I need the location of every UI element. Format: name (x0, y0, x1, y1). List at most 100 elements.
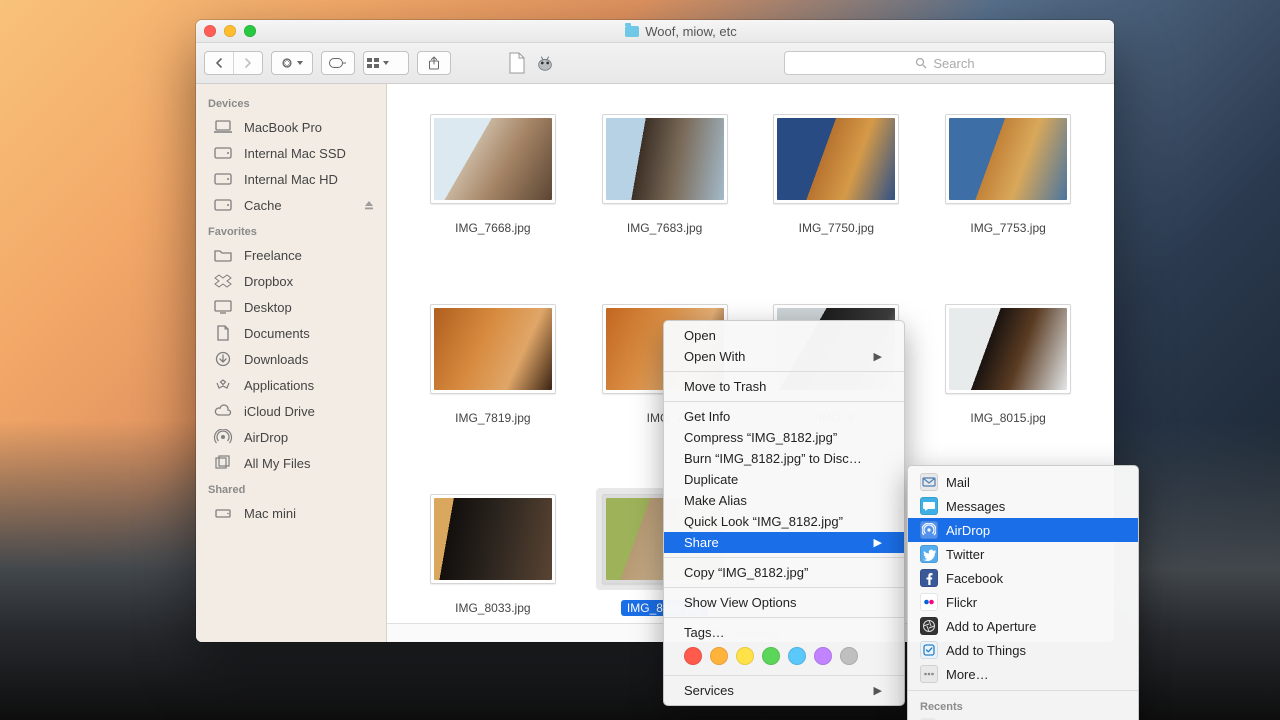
file-item[interactable]: IMG_7683.jpg (596, 108, 734, 298)
context-menu[interactable]: Open Open With▶ Move to Trash Get Info Compr… (663, 320, 905, 706)
file-item[interactable]: IMG_7753.jpg (939, 108, 1077, 298)
share-submenu[interactable]: MailMessagesAirDropTwitterFacebookFlickr… (907, 465, 1139, 720)
tag-color[interactable] (840, 647, 858, 665)
share-menu-item-mail[interactable]: Mail (908, 470, 1138, 494)
allfiles-icon (212, 455, 234, 471)
submenu-arrow-icon: ▶ (874, 684, 882, 697)
tag-color-row[interactable] (664, 643, 904, 671)
twitter-icon (920, 545, 938, 563)
share-button[interactable] (417, 51, 451, 75)
sidebar-item-label: iCloud Drive (244, 404, 315, 419)
folder-icon (625, 26, 639, 37)
menu-item-share[interactable]: Share▶ (664, 532, 904, 553)
recents-item[interactable]: Jennifer Phin Messages (908, 715, 1138, 720)
file-name: IMG_8033.jpg (449, 600, 536, 616)
search-input[interactable]: Search (784, 51, 1106, 75)
search-icon (915, 57, 927, 69)
file-name: IMG_7753.jpg (964, 220, 1051, 236)
file-name: IMG_8015.jpg (964, 410, 1051, 426)
menu-item-duplicate[interactable]: Duplicate (664, 469, 904, 490)
sidebar-item-macbook-pro[interactable]: MacBook Pro (196, 114, 386, 140)
share-menu-item-messages[interactable]: Messages (908, 494, 1138, 518)
sidebar-item-label: Internal Mac SSD (244, 146, 346, 161)
sidebar-item-internal-mac-ssd[interactable]: Internal Mac SSD (196, 140, 386, 166)
menu-item-make-alias[interactable]: Make Alias (664, 490, 904, 511)
nav-buttons (204, 51, 263, 75)
messages-icon (920, 497, 938, 515)
file-item[interactable]: IMG_8033.jpg (424, 488, 562, 623)
document-proxy-icon[interactable] (507, 49, 527, 77)
eject-icon[interactable] (364, 198, 374, 213)
sidebar-item-all-my-files[interactable]: All My Files (196, 450, 386, 476)
sidebar-item-desktop[interactable]: Desktop (196, 294, 386, 320)
menu-item-get-info[interactable]: Get Info (664, 406, 904, 427)
back-button[interactable] (205, 52, 234, 74)
menu-item-open[interactable]: Open (664, 325, 904, 346)
tag-color[interactable] (736, 647, 754, 665)
minimize-button[interactable] (224, 25, 236, 37)
sidebar-section-title: Devices (196, 90, 386, 114)
menu-item-label: Compress “IMG_8182.jpg” (684, 430, 837, 445)
tag-color[interactable] (762, 647, 780, 665)
sidebar-item-icloud-drive[interactable]: iCloud Drive (196, 398, 386, 424)
automator-icon[interactable] (535, 49, 555, 77)
menu-item-quick-look-img-8182-jpg[interactable]: Quick Look “IMG_8182.jpg” (664, 511, 904, 532)
sidebar-item-documents[interactable]: Documents (196, 320, 386, 346)
share-menu-item-flickr[interactable]: Flickr (908, 590, 1138, 614)
file-item[interactable]: IMG_7819.jpg (424, 298, 562, 488)
share-menu-item-add-to-aperture[interactable]: Add to Aperture (908, 614, 1138, 638)
share-menu-item-add-to-things[interactable]: Add to Things (908, 638, 1138, 662)
file-item[interactable]: IMG_8015.jpg (939, 298, 1077, 488)
close-button[interactable] (204, 25, 216, 37)
laptop-icon (212, 119, 234, 135)
tag-color[interactable] (814, 647, 832, 665)
sidebar-item-cache[interactable]: Cache (196, 192, 386, 218)
view-menu-button[interactable] (363, 51, 409, 75)
sidebar-item-mac-mini[interactable]: Mac mini (196, 500, 386, 526)
share-menu-item-twitter[interactable]: Twitter (908, 542, 1138, 566)
sidebar-item-airdrop[interactable]: AirDrop (196, 424, 386, 450)
menu-item-label: Open (684, 328, 716, 343)
menu-item-move-to-trash[interactable]: Move to Trash (664, 376, 904, 397)
file-item[interactable]: IMG_7668.jpg (424, 108, 562, 298)
tag-color[interactable] (710, 647, 728, 665)
sidebar-section-title: Favorites (196, 218, 386, 242)
sidebar-item-freelance[interactable]: Freelance (196, 242, 386, 268)
menu-item-copy-img-8182-jpg[interactable]: Copy “IMG_8182.jpg” (664, 562, 904, 583)
tag-color[interactable] (684, 647, 702, 665)
share-menu-item-facebook[interactable]: Facebook (908, 566, 1138, 590)
tag-color[interactable] (788, 647, 806, 665)
submenu-arrow-icon: ▶ (874, 350, 882, 363)
sidebar-item-label: MacBook Pro (244, 120, 322, 135)
sidebar-item-internal-mac-hd[interactable]: Internal Mac HD (196, 166, 386, 192)
action-menu-button[interactable] (271, 51, 313, 75)
sidebar-item-dropbox[interactable]: Dropbox (196, 268, 386, 294)
sidebar-item-applications[interactable]: Applications (196, 372, 386, 398)
sidebar-item-label: Applications (244, 378, 314, 393)
menu-item-open-with[interactable]: Open With▶ (664, 346, 904, 367)
menu-item-tags[interactable]: Tags… (664, 622, 904, 643)
search-placeholder: Search (933, 56, 974, 71)
menu-item-show-view-options[interactable]: Show View Options (664, 592, 904, 613)
sidebar[interactable]: Devices MacBook Pro Internal Mac SSD Intern… (196, 84, 387, 642)
hdd-icon (212, 171, 234, 187)
file-item[interactable]: IMG_7750.jpg (767, 108, 905, 298)
menu-item-burn-img-8182-jpg-to-disc[interactable]: Burn “IMG_8182.jpg” to Disc… (664, 448, 904, 469)
menu-item-compress-img-8182-jpg[interactable]: Compress “IMG_8182.jpg” (664, 427, 904, 448)
sidebar-item-label: Internal Mac HD (244, 172, 338, 187)
window-titlebar[interactable]: Woof, miow, etc (196, 20, 1114, 43)
forward-button[interactable] (234, 52, 262, 74)
sidebar-item-downloads[interactable]: Downloads (196, 346, 386, 372)
menu-item-label: Make Alias (684, 493, 747, 508)
share-menu-item-more[interactable]: More… (908, 662, 1138, 686)
hdd-icon (212, 197, 234, 213)
share-menu-item-airdrop[interactable]: AirDrop (908, 518, 1138, 542)
file-name: IMG_7668.jpg (449, 220, 536, 236)
sidebar-item-label: All My Files (244, 456, 310, 471)
tag-button[interactable] (321, 51, 355, 75)
file-name: IMG_7750.jpg (793, 220, 880, 236)
desktop-icon (212, 299, 234, 315)
menu-item-label: More… (946, 667, 989, 682)
zoom-button[interactable] (244, 25, 256, 37)
menu-item-services[interactable]: Services▶ (664, 680, 904, 701)
